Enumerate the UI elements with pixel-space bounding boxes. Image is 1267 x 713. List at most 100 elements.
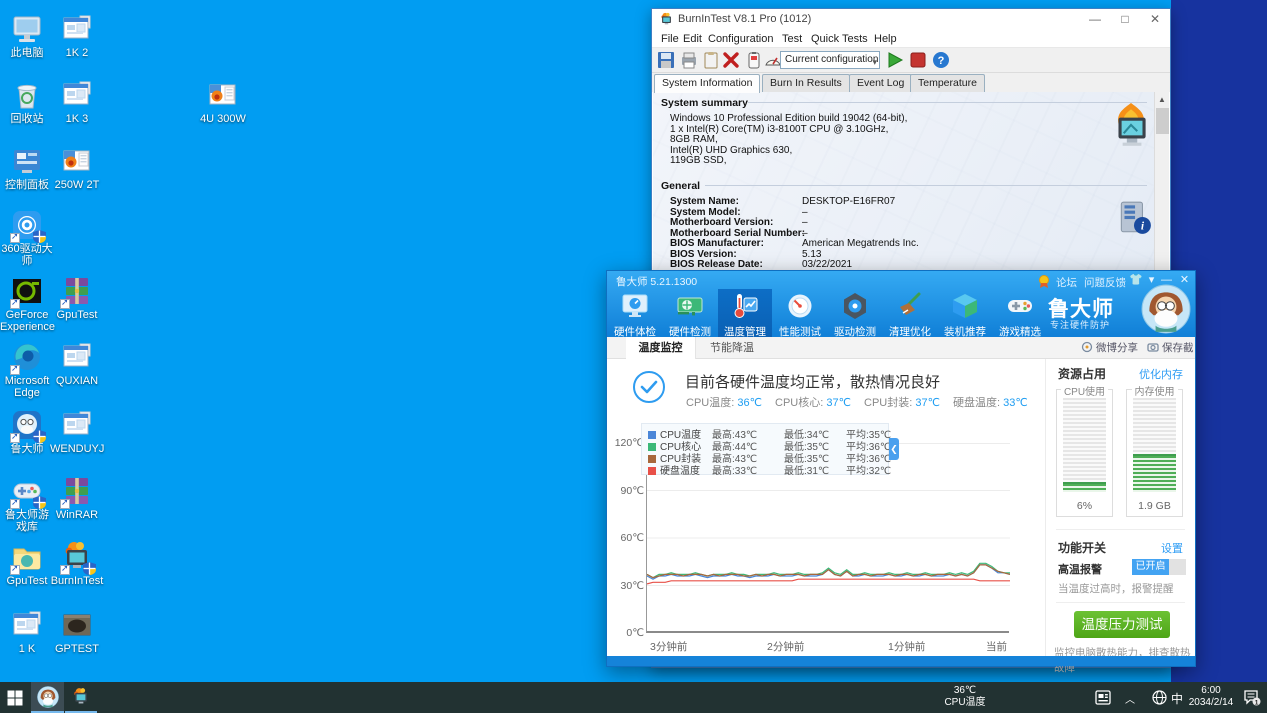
desktop-icon-wenduyj[interactable]: WENDUYJ: [50, 408, 104, 455]
nav-build-recommend[interactable]: 装机推荐: [938, 289, 992, 338]
nav-hardware-checkup[interactable]: 硬件体检: [608, 289, 662, 338]
ime-language-indicator[interactable]: 中: [1171, 690, 1183, 713]
menu-quick-tests[interactable]: Quick Tests: [807, 32, 872, 46]
menu-configuration[interactable]: Configuration: [704, 32, 777, 46]
desktop-icon-gptest[interactable]: GPTEST: [50, 608, 104, 655]
tab-temperature[interactable]: Temperature: [910, 74, 985, 92]
desktop-icon-label: 回收站: [10, 113, 44, 125]
menu-help[interactable]: Help: [870, 32, 901, 46]
desktop-icon-label: 1K 2: [65, 47, 89, 59]
delete-icon[interactable]: [722, 51, 740, 69]
desktop-icon-ludashi[interactable]: 鲁大师: [0, 408, 54, 455]
nav-clean-optimize[interactable]: 清理优化: [883, 289, 937, 338]
desktop-icon-label: WENDUYJ: [50, 443, 105, 455]
news-tray-icon[interactable]: [1095, 690, 1111, 713]
temperature-stress-test-button[interactable]: 温度压力测试: [1074, 611, 1170, 638]
stat-label: CPU封装:: [864, 397, 913, 409]
desktop-icon-burnintest[interactable]: BurnInTest: [50, 540, 104, 587]
field-label: BIOS Manufacturer:: [670, 238, 764, 249]
taskbar-clock[interactable]: 6:00 2034/2/14: [1185, 685, 1237, 709]
burnintest-titlebar[interactable]: BurnInTest V8.1 Pro (1012) — □ ✕: [652, 9, 1170, 31]
desktop-icon-1k[interactable]: 1 K: [0, 608, 54, 655]
desktop-icon-360-driver[interactable]: 360驱动大师: [0, 208, 54, 267]
nav-driver-detect[interactable]: 驱动检测: [828, 289, 882, 338]
desktop-icon-ludashi-games[interactable]: 鲁大师游戏库: [0, 474, 54, 533]
field-value: DESKTOP-E16FR07: [802, 196, 896, 207]
save-screenshot-button[interactable]: 保存截屏: [1147, 337, 1195, 376]
weibo-share-button[interactable]: 微博分享: [1081, 337, 1138, 359]
desktop-icon-1k2[interactable]: 1K 2: [50, 12, 104, 59]
nav-performance-test[interactable]: 性能测试: [773, 289, 827, 338]
medal-icon[interactable]: [1037, 274, 1051, 288]
desktop-icon-this-pc[interactable]: 此电脑: [0, 12, 54, 59]
tab-burn-in-results[interactable]: Burn In Results: [762, 74, 850, 92]
image-file-icon: [60, 608, 94, 642]
monitor-check-icon: [620, 291, 650, 321]
maximize-button[interactable]: □: [1110, 9, 1140, 31]
print-icon[interactable]: [680, 51, 698, 69]
y-tick: 90℃: [620, 484, 644, 497]
ludashi-header[interactable]: 鲁大师 5.21.1300 论坛 问题反馈 👕 ▾ — ✕ 硬件体检 硬件检测 …: [607, 271, 1195, 338]
legend-collapse-button[interactable]: ❮: [889, 438, 899, 460]
legend-row: CPU温度 最高:43℃ 最低:34℃ 平均:35℃: [648, 426, 891, 441]
nav-temperature-management[interactable]: 温度管理: [718, 289, 772, 338]
configuration-dropdown[interactable]: Current configuration ▾: [780, 51, 880, 69]
file-window-icon: [60, 340, 94, 374]
legend-row: 硬盘温度 最高:33℃ 最低:31℃ 平均:32℃: [648, 462, 891, 477]
feedback-link[interactable]: 问题反馈: [1084, 275, 1126, 290]
desktop-icon-250w2t[interactable]: 250W 2T: [50, 144, 104, 191]
scrollbar-thumb[interactable]: [1156, 108, 1169, 134]
section-heading: General: [661, 180, 701, 192]
tab-energy-saving[interactable]: 节能降温: [697, 337, 767, 359]
summary-line: 8GB RAM,: [670, 134, 718, 145]
ime-globe-icon[interactable]: [1152, 690, 1167, 713]
help-icon[interactable]: ?: [932, 51, 950, 69]
menu-edit[interactable]: Edit: [679, 32, 706, 46]
taskbar-ludashi-button[interactable]: [31, 682, 64, 713]
high-temp-alarm-toggle[interactable]: 已开启: [1132, 559, 1186, 575]
taskbar-temperature-widget[interactable]: 36℃ CPU温度: [930, 685, 1000, 709]
desktop-icon-geforce[interactable]: GeForce Experience: [0, 274, 55, 333]
stop-test-icon[interactable]: [909, 51, 927, 69]
minimize-button[interactable]: —: [1080, 9, 1110, 31]
field-label: System Model:: [670, 206, 741, 218]
save-icon[interactable]: [657, 51, 675, 69]
battery-icon[interactable]: [745, 51, 763, 69]
start-button[interactable]: [0, 682, 30, 713]
shortcut-arrow-icon: [10, 231, 20, 243]
shield-icon: [83, 562, 96, 575]
desktop-icon-4u300w[interactable]: 4U 300W: [196, 78, 250, 125]
divider: [748, 102, 1147, 103]
close-button[interactable]: ✕: [1140, 9, 1170, 31]
desktop-icon-control-panel[interactable]: 控制面板: [0, 144, 54, 191]
check-circle-icon: [633, 371, 665, 403]
desktop-icon-1k3[interactable]: 1K 3: [50, 78, 104, 125]
settings-link[interactable]: 设置: [1161, 540, 1183, 556]
tab-system-information[interactable]: System Information: [654, 74, 761, 93]
menu-test[interactable]: Test: [778, 32, 806, 46]
desktop-icon-gputest-rar[interactable]: GpuTest: [50, 274, 104, 321]
desktop-icon-edge[interactable]: Microsoft Edge: [0, 340, 54, 399]
burning-computer-icon: [1110, 103, 1152, 151]
desktop-icon-gputest[interactable]: GpuTest: [0, 540, 54, 587]
ludashi-slogan: 专注硬件防护: [1050, 320, 1111, 330]
desktop-icon-label: 4U 300W: [200, 113, 246, 125]
nav-hardware-detect[interactable]: 硬件检测: [663, 289, 717, 338]
tray-expand-chevron[interactable]: ︿: [1125, 691, 1135, 713]
desktop-icon-quxian[interactable]: QUXIAN: [50, 340, 104, 387]
desktop-icon-winrar[interactable]: WinRAR: [50, 474, 104, 521]
tab-temperature-monitor[interactable]: 温度监控: [626, 337, 696, 359]
action-center-icon[interactable]: 1: [1243, 689, 1261, 713]
optimize-memory-link[interactable]: 优化内存: [1139, 366, 1183, 382]
forum-link[interactable]: 论坛: [1056, 275, 1077, 290]
tab-event-log[interactable]: Event Log: [849, 74, 913, 92]
shortcut-arrow-icon: [60, 563, 70, 575]
nav-game-picks[interactable]: 游戏精选: [993, 289, 1047, 338]
taskbar-burnintest-button[interactable]: [65, 682, 97, 713]
configuration-dropdown-value: Current configuration: [785, 54, 879, 65]
y-tick: 0℃: [626, 627, 644, 639]
scrollbar-up-arrow[interactable]: ▲: [1155, 92, 1169, 107]
desktop-icon-recycle-bin[interactable]: 回收站: [0, 78, 54, 125]
start-test-icon[interactable]: [886, 51, 904, 69]
report-icon[interactable]: [702, 51, 720, 69]
